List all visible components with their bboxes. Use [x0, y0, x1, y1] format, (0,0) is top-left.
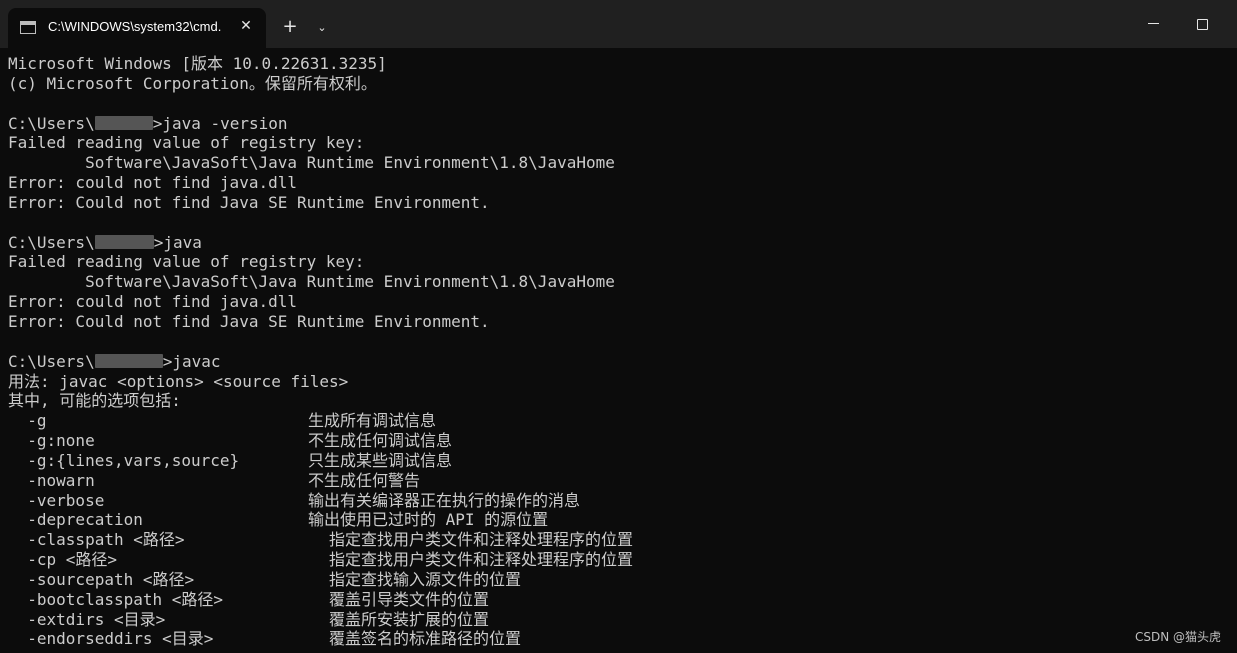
option-name: -nowarn — [8, 470, 95, 490]
console-line: Error: Could not find Java SE Runtime En… — [8, 311, 490, 331]
option-row: -endorseddirs <目录> 覆盖签名的标准路径的位置 — [8, 629, 1228, 649]
terminal-icon — [20, 21, 36, 34]
prompt-path: C:\Users\ — [8, 351, 95, 371]
option-desc: 不生成任何警告 — [308, 470, 421, 490]
option-desc: 指定查找用户类文件和注释处理程序的位置 — [329, 530, 634, 550]
option-row: -cp <路径> 指定查找用户类文件和注释处理程序的位置 — [8, 550, 1228, 570]
watermark: CSDN @猫头虎 — [1134, 630, 1221, 644]
option-desc: 不生成任何调试信息 — [308, 431, 453, 451]
option-name: -g:{lines,vars,source} — [8, 450, 240, 470]
prompt-command: >java -version — [152, 113, 288, 133]
option-desc: 只生成某些调试信息 — [308, 450, 453, 470]
console-line: Software\JavaSoft\Java Runtime Environme… — [8, 153, 615, 173]
new-tab-button[interactable]: + — [279, 16, 301, 38]
prompt-path: C:\Users\ — [8, 113, 95, 133]
prompt-command: >java — [153, 232, 202, 252]
prompt-line: C:\Users\ >java — [8, 233, 1228, 253]
option-desc: 覆盖引导类文件的位置 — [329, 589, 490, 609]
console-line: Error: could not find java.dll — [8, 173, 297, 193]
option-row: -bootclasspath <路径> 覆盖引导类文件的位置 — [8, 590, 1228, 610]
option-desc: 生成所有调试信息 — [308, 411, 437, 431]
option-name: -deprecation — [8, 510, 143, 530]
console-line: (c) Microsoft Corporation。保留所有权利。 — [8, 73, 377, 93]
option-name: -g — [8, 411, 47, 431]
option-desc: 输出有关编译器正在执行的操作的消息 — [308, 490, 581, 510]
tab-title: C:\WINDOWS\system32\cmd. — [48, 19, 222, 34]
option-row: -extdirs <目录> 覆盖所安装扩展的位置 — [8, 610, 1228, 630]
tab-cmd[interactable]: C:\WINDOWS\system32\cmd. ✕ — [8, 8, 266, 48]
console-line: Error: Could not find Java SE Runtime En… — [8, 192, 490, 212]
close-icon[interactable]: ✕ — [236, 16, 256, 36]
prompt-command: >javac — [162, 351, 221, 371]
chevron-down-icon[interactable]: ⌄ — [312, 18, 332, 38]
title-bar: C:\WINDOWS\system32\cmd. ✕ + ⌄ — [0, 0, 1237, 48]
option-desc: 指定查找输入源文件的位置 — [329, 569, 522, 589]
option-row: -classpath <路径> 指定查找用户类文件和注释处理程序的位置 — [8, 530, 1228, 550]
option-row: -g:{lines,vars,source} 只生成某些调试信息 — [8, 451, 1228, 471]
option-desc: 指定查找用户类文件和注释处理程序的位置 — [329, 550, 634, 570]
terminal-window: C:\WINDOWS\system32\cmd. ✕ + ⌄ Microsoft… — [0, 0, 1237, 653]
options-intro: 其中, 可能的选项包括: — [8, 391, 181, 411]
option-row: -sourcepath <路径> 指定查找输入源文件的位置 — [8, 570, 1228, 590]
option-name: -classpath <路径> — [8, 530, 185, 550]
console-line: Failed reading value of registry key: — [8, 133, 365, 153]
redacted-username — [94, 115, 153, 130]
console-line: Software\JavaSoft\Java Runtime Environme… — [8, 272, 615, 292]
option-name: -verbose — [8, 490, 105, 510]
option-row: -verbose 输出有关编译器正在执行的操作的消息 — [8, 491, 1228, 511]
redacted-username — [94, 353, 163, 368]
console-line: Failed reading value of registry key: — [8, 252, 365, 272]
console-output[interactable]: Microsoft Windows [版本 10.0.22631.3235] (… — [8, 54, 1228, 650]
usage-line: 用法: javac <options> <source files> — [8, 371, 349, 391]
option-row: -nowarn 不生成任何警告 — [8, 471, 1228, 491]
option-desc: 输出使用已过时的 API 的源位置 — [308, 510, 549, 530]
option-row: -g:none 不生成任何调试信息 — [8, 431, 1228, 451]
option-desc: 覆盖所安装扩展的位置 — [329, 609, 490, 629]
console-line: Microsoft Windows [版本 10.0.22631.3235] — [8, 54, 387, 73]
minimize-button[interactable] — [1140, 12, 1168, 36]
console-line: Error: could not find java.dll — [8, 292, 297, 312]
redacted-username — [94, 234, 154, 249]
option-name: -cp <路径> — [8, 550, 118, 570]
prompt-line: C:\Users\ >java -version — [8, 114, 1228, 134]
option-row: -deprecation 输出使用已过时的 API 的源位置 — [8, 510, 1228, 530]
option-name: -endorseddirs <目录> — [8, 629, 214, 649]
option-name: -g:none — [8, 431, 95, 451]
maximize-button[interactable] — [1188, 12, 1216, 36]
option-name: -sourcepath <路径> — [8, 569, 195, 589]
option-desc: 覆盖签名的标准路径的位置 — [329, 629, 522, 649]
option-name: -bootclasspath <路径> — [8, 589, 224, 609]
option-row: -g 生成所有调试信息 — [8, 411, 1228, 431]
prompt-path: C:\Users\ — [8, 232, 95, 252]
option-name: -extdirs <目录> — [8, 609, 166, 629]
prompt-line: C:\Users\ >javac — [8, 352, 1228, 372]
